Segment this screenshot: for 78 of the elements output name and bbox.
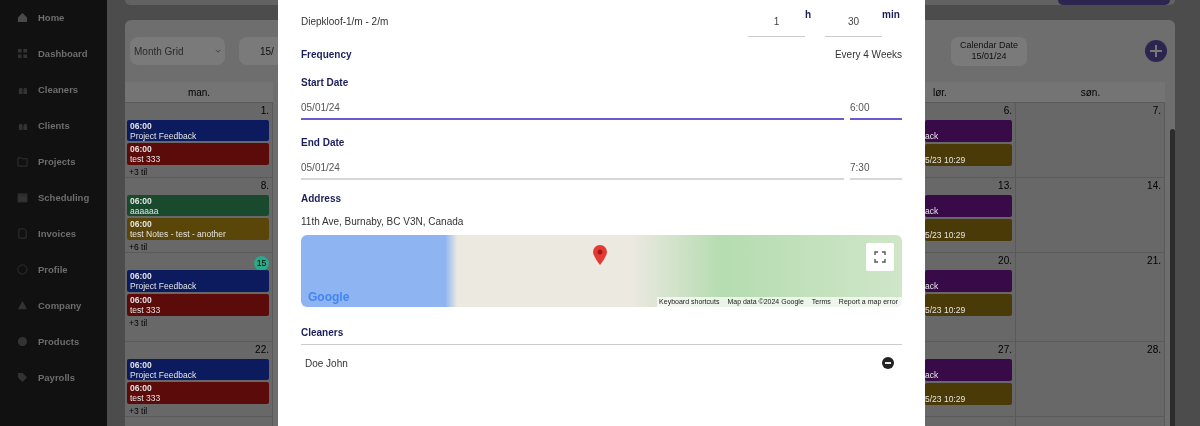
scrollbar[interactable] [1170,129,1175,426]
nav-item[interactable]: Products [0,323,107,359]
nav-item[interactable]: Profile [0,251,107,287]
nav-item[interactable]: Invoices [0,215,107,251]
weekday-header: man. [125,82,273,103]
unit-label: h [805,9,813,20]
calendar-event[interactable]: 5/23 10:29 [925,294,1012,316]
calendar-event[interactable]: 06:00 test 333 [127,382,269,404]
more-link[interactable]: +3 til [127,318,269,328]
calendar-event[interactable]: 06:00 aaaaaa [127,194,269,217]
calendar-event[interactable]: 5/23 10:29 [925,144,1012,166]
user-icon [17,263,28,275]
nav-item[interactable]: Scheduling [0,179,107,215]
calendar-event[interactable]: 06:00 Project Feedback [127,119,269,142]
service-name: Diepkloof-1/m - 2/m [301,16,389,27]
calendar-event[interactable]: ack [925,359,1012,381]
duration-field[interactable]: 30 [825,6,882,37]
nav-item[interactable]: Projects [0,143,107,179]
day-number: 21. [1147,255,1161,266]
chevron-icon [215,49,221,53]
calendar-event[interactable]: 06:00 test 333 [127,143,269,165]
date-field[interactable]: 05/01/24 [301,96,844,120]
day-number: 20. [998,255,1012,266]
calendar-event[interactable]: 06:00 Project Feedback [127,358,269,381]
time-field[interactable]: 7:30 [850,156,902,180]
calendar-event[interactable]: 06:00 test Notes - test - another [127,218,269,240]
day-number: 28. [1147,344,1161,355]
nav-item[interactable]: Payrolls [0,359,107,395]
more-link[interactable]: +6 til [127,242,269,252]
fullscreen-icon [874,251,886,263]
add-icon[interactable] [1145,40,1167,62]
calendar-icon [17,191,28,203]
day-number: 13. [998,180,1012,191]
nav-item[interactable]: Cleaners [0,71,107,107]
map-pin-icon [593,245,607,265]
nav-item[interactable]: Home [0,0,107,35]
nav-item[interactable]: Company [0,287,107,323]
day-number: 6. [1003,105,1012,116]
cleaner-name: Doe John [305,357,348,369]
date-field[interactable]: 05/01/24 [301,156,844,180]
frequency-value: Every 4 Weeks [834,49,902,60]
field-label: Start Date [301,77,350,88]
calendar-date-field[interactable]: Calendar Date 15/01/24 [951,36,1027,66]
tag-icon [17,371,28,383]
calendar-event[interactable]: 06:00 Project Feedback [127,270,269,292]
duration-field[interactable]: 1 [748,6,805,37]
time-field[interactable]: 6:00 [850,96,902,120]
today-badge: 15 [254,255,269,271]
calendar-event[interactable]: 5/23 10:29 [925,219,1012,241]
day-number: 7. [1152,105,1161,116]
calendar-event[interactable]: ack [925,120,1012,142]
day-number: 8. [260,179,269,191]
section-title: Cleaners [301,327,345,338]
calendar-event[interactable]: 06:00 test 333 [127,294,269,316]
triangle-icon [17,299,28,311]
more-link[interactable]: +3 til [127,167,269,177]
field-label: Frequency [301,49,352,60]
unit-label: min [882,9,901,20]
fullscreen-button[interactable] [866,243,894,271]
weekday-header: lør. [925,82,1016,103]
weekday-header: søn. [1016,82,1165,103]
day-number: 22. [255,343,269,355]
address-text: 11th Ave, Burnaby, BC V3N, Canada [301,216,465,227]
calendar-event[interactable]: ack [925,270,1012,292]
remove-icon[interactable] [882,357,894,369]
calendar-event[interactable]: ack [925,195,1012,217]
day-number: 14. [1147,180,1161,191]
house-icon [17,11,28,23]
map-logo: Google [308,290,350,304]
day-number: 27. [998,344,1012,355]
more-link[interactable]: +3 til [127,406,269,416]
grid-icon [17,47,28,59]
nav-item[interactable]: Dashboard [0,35,107,71]
nav-item[interactable]: Clients [0,107,107,143]
field-label: Address [301,193,342,204]
calendar-event[interactable]: 5/23 10:29 [925,383,1012,405]
day-number: 1. [260,104,269,116]
field-label: End Date [301,137,346,148]
